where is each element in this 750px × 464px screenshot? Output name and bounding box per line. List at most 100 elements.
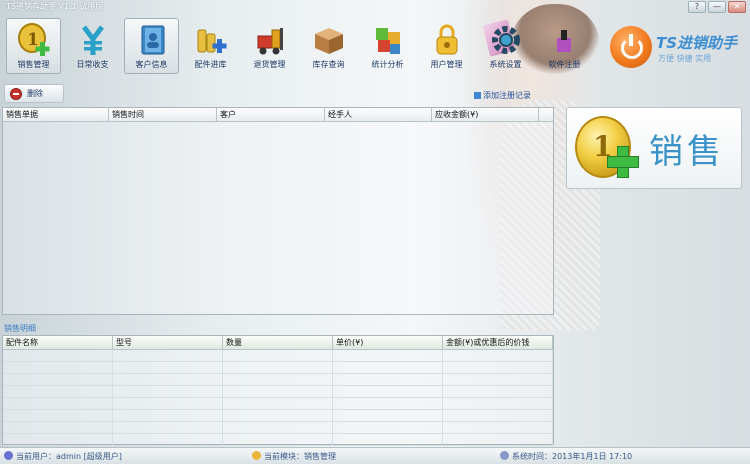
col-model[interactable]: 型号	[113, 336, 223, 349]
toolbar-settings-button[interactable]: 系统设置	[478, 18, 533, 74]
toolbar-inventory-label: 库存查询	[312, 60, 345, 69]
table-row[interactable]	[3, 410, 553, 422]
table-cell	[223, 434, 333, 445]
detail-table-header: 配件名称 型号 数量 单价(¥) 金额(¥)或优惠后的价钱	[3, 336, 553, 350]
col-receivable[interactable]: 应收金额(¥)	[432, 108, 539, 121]
col-quantity[interactable]: 数量	[223, 336, 333, 349]
table-cell	[113, 362, 223, 373]
col-part-name[interactable]: 配件名称	[3, 336, 113, 349]
toolbar-daily-label: 日常收支	[76, 60, 109, 69]
help-button[interactable]: ?	[688, 1, 706, 13]
minimize-button[interactable]: —	[708, 1, 726, 13]
table-cell	[333, 374, 443, 385]
clock-icon	[500, 451, 509, 460]
toolbar-users-button[interactable]: 用户管理	[419, 18, 474, 74]
toolbar-settings-label: 系统设置	[489, 60, 522, 69]
table-cell	[113, 386, 223, 397]
toolbar-stats-label: 统计分析	[371, 60, 404, 69]
table-cell	[223, 410, 333, 421]
toolbar-customer-button[interactable]: 客户信息	[124, 18, 179, 74]
toolbar-stock-in-button[interactable]: 配件进库	[183, 18, 238, 74]
toolbar-return-button[interactable]: 退货管理	[242, 18, 297, 74]
folder-contacts-icon	[141, 25, 164, 55]
toolbar-daily-button[interactable]: 日常收支	[65, 18, 120, 74]
table-cell	[113, 434, 223, 445]
table-cell	[223, 422, 333, 433]
table-cell	[223, 350, 333, 361]
toolbar-customer-label: 客户信息	[135, 60, 168, 69]
table-cell	[443, 386, 553, 397]
table-cell	[113, 350, 223, 361]
table-row[interactable]	[3, 350, 553, 362]
toolbar-inventory-button[interactable]: 库存查询	[301, 18, 356, 74]
col-sales-doc[interactable]: 销售单据	[3, 108, 109, 121]
table-row[interactable]	[3, 362, 553, 374]
main-toolbar: 1 销售管理 日常收支 客户信息 配件进库 退货管理 库存查询 统计分析 用户管…	[6, 18, 596, 76]
brand-slogan: 方便 快捷 实用	[658, 54, 712, 63]
col-amount[interactable]: 金额(¥)或优惠后的价钱	[443, 336, 553, 349]
table-cell	[443, 398, 553, 409]
gear-icon	[491, 26, 520, 54]
window-controls: ? — ✕	[688, 1, 746, 13]
lock-icon	[436, 24, 457, 55]
table-cell	[113, 422, 223, 433]
title-bar: TS进销存助手 V1.1 试用版 ? — ✕	[0, 0, 750, 14]
add-register-record-text: 添加注册记录	[483, 91, 531, 100]
sales-table-header: 销售单据 销售时间 客户 经手人 应收金额(¥)	[3, 108, 553, 122]
table-row[interactable]	[3, 434, 553, 446]
table-cell	[223, 386, 333, 397]
sales-module-panel: 1 销售	[566, 107, 742, 189]
toolbar-register-button[interactable]: 软件注册	[537, 18, 592, 74]
table-cell	[443, 422, 553, 433]
brand-logo: TS进销助手 方便 快捷 实用	[610, 26, 745, 70]
table-cell	[443, 374, 553, 385]
table-cell	[443, 362, 553, 373]
col-handler[interactable]: 经手人	[325, 108, 432, 121]
table-cell	[443, 410, 553, 421]
table-cell	[113, 398, 223, 409]
brand-name: TS进销助手	[656, 34, 738, 52]
register-icon	[556, 30, 571, 52]
detail-section-label: 销售明细	[4, 324, 36, 333]
module-icon	[252, 451, 261, 460]
col-sales-time[interactable]: 销售时间	[109, 108, 217, 121]
status-bar: 当前用户：admin [超级用户] 当前模块：销售管理 系统时间：2013年1月…	[0, 447, 750, 464]
table-cell	[3, 386, 113, 397]
table-cell	[333, 362, 443, 373]
detail-table[interactable]: 配件名称 型号 数量 单价(¥) 金额(¥)或优惠后的价钱	[2, 335, 554, 446]
gold-coin-add-icon: 1	[17, 23, 49, 56]
table-cell	[223, 374, 333, 385]
table-row[interactable]	[3, 386, 553, 398]
table-cell	[3, 434, 113, 445]
close-button[interactable]: ✕	[728, 1, 746, 13]
table-cell	[3, 350, 113, 361]
forklift-icon	[257, 28, 283, 55]
toolbar-stats-button[interactable]: 统计分析	[360, 18, 415, 74]
col-customer[interactable]: 客户	[217, 108, 325, 121]
delete-button[interactable]: 删除	[4, 84, 64, 103]
boxes-icon	[314, 28, 343, 54]
table-cell	[333, 350, 443, 361]
table-row[interactable]	[3, 422, 553, 434]
toolbar-stock-in-label: 配件进库	[194, 60, 227, 69]
table-cell	[333, 386, 443, 397]
table-row[interactable]	[3, 374, 553, 386]
table-cell	[223, 362, 333, 373]
add-register-record-link[interactable]: 添加注册记录	[474, 90, 531, 101]
user-icon	[4, 451, 13, 460]
table-row[interactable]	[3, 398, 553, 410]
table-cell	[333, 410, 443, 421]
sales-table[interactable]: 销售单据 销售时间 客户 经手人 应收金额(¥)	[2, 107, 554, 315]
coin-stack-add-icon	[197, 29, 226, 53]
col-unit-price[interactable]: 单价(¥)	[333, 336, 443, 349]
table-cell	[3, 398, 113, 409]
plus-icon	[607, 146, 639, 178]
detail-table-rows	[3, 350, 553, 446]
table-cell	[443, 350, 553, 361]
record-icon	[474, 92, 481, 99]
toolbar-users-label: 用户管理	[430, 60, 463, 69]
toolbar-sales-button[interactable]: 1 销售管理	[6, 18, 61, 74]
table-cell	[3, 362, 113, 373]
table-cell	[333, 422, 443, 433]
table-cell	[333, 434, 443, 445]
